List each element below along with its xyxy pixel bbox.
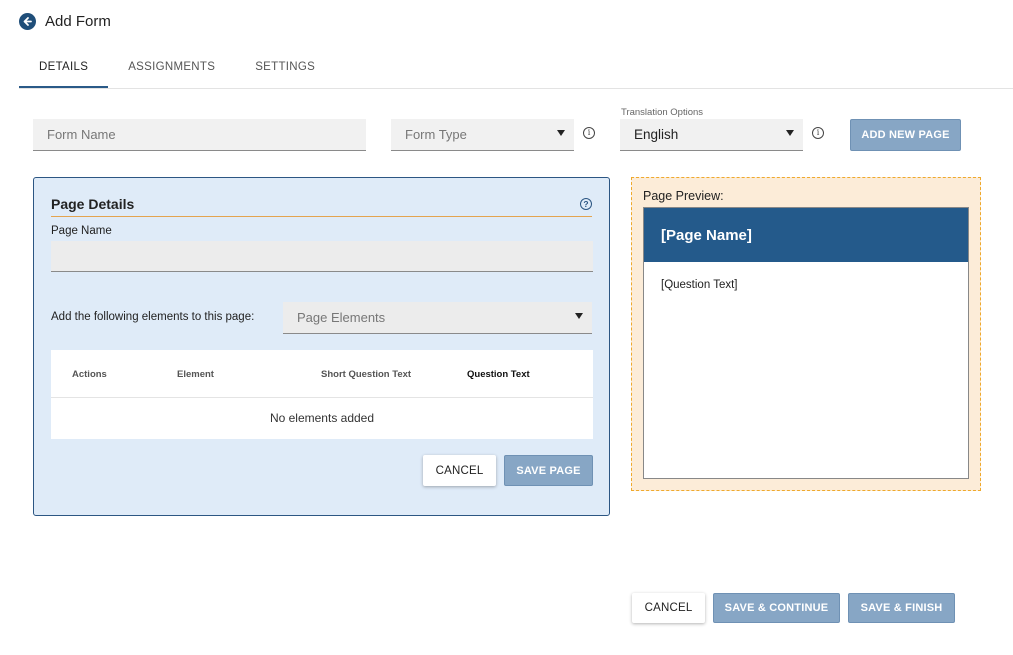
column-header-actions: Actions bbox=[72, 369, 107, 380]
add-new-page-button[interactable]: ADD NEW PAGE bbox=[850, 119, 961, 151]
caret-down-icon bbox=[786, 130, 794, 136]
page-details-title: Page Details bbox=[51, 196, 135, 212]
form-type-select[interactable]: Form Type bbox=[391, 119, 574, 151]
elements-label: Add the following elements to this page: bbox=[51, 311, 255, 323]
translation-value: English bbox=[634, 127, 679, 142]
save-finish-button[interactable]: SAVE & FINISH bbox=[848, 593, 955, 623]
cancel-button[interactable]: CANCEL bbox=[632, 593, 705, 623]
preview-question-text: [Question Text] bbox=[661, 279, 738, 291]
translation-select[interactable]: English bbox=[620, 119, 803, 151]
empty-table-message: No elements added bbox=[269, 411, 375, 425]
save-continue-button[interactable]: SAVE & CONTINUE bbox=[713, 593, 840, 623]
form-type-placeholder: Form Type bbox=[405, 127, 467, 142]
form-name-input[interactable]: Form Name bbox=[33, 119, 366, 151]
help-question-icon[interactable]: ? bbox=[580, 198, 592, 210]
divider bbox=[51, 216, 592, 217]
tab-details[interactable]: DETAILS bbox=[19, 52, 109, 88]
page-title: Add Form bbox=[45, 13, 111, 30]
tab-settings[interactable]: SETTINGS bbox=[235, 52, 335, 88]
translation-info-icon[interactable]: i bbox=[812, 127, 824, 139]
page-header: Add Form bbox=[19, 13, 111, 30]
elements-table: Actions Element Short Question Text Ques… bbox=[51, 350, 593, 439]
page-elements-select[interactable]: Page Elements bbox=[283, 302, 592, 334]
cancel-page-button[interactable]: CANCEL bbox=[423, 455, 496, 486]
page-elements-placeholder: Page Elements bbox=[297, 310, 386, 325]
table-divider bbox=[51, 397, 593, 398]
page-details-panel: Page Details ? Page Name Add the followi… bbox=[33, 177, 610, 516]
preview-page-name: [Page Name] bbox=[644, 208, 968, 262]
form-type-info-icon[interactable]: i bbox=[583, 127, 595, 139]
column-header-question-text: Question Text bbox=[467, 369, 530, 380]
page-preview-label: Page Preview: bbox=[643, 189, 724, 203]
caret-down-icon bbox=[575, 313, 583, 319]
page-name-input[interactable] bbox=[51, 241, 593, 272]
tab-bar: DETAILS ASSIGNMENTS SETTINGS bbox=[19, 52, 1013, 89]
save-page-button[interactable]: SAVE PAGE bbox=[504, 455, 593, 486]
back-arrow-icon[interactable] bbox=[19, 13, 36, 30]
page-name-label: Page Name bbox=[51, 225, 112, 237]
page-preview-panel: Page Preview: [Page Name] [Question Text… bbox=[631, 177, 981, 491]
translation-options-label: Translation Options bbox=[621, 107, 704, 118]
caret-down-icon bbox=[557, 130, 565, 136]
form-name-placeholder: Form Name bbox=[47, 127, 116, 142]
column-header-element: Element bbox=[177, 369, 214, 380]
column-header-short-question-text: Short Question Text bbox=[321, 369, 412, 380]
page-preview-frame: [Page Name] [Question Text] bbox=[643, 207, 969, 479]
tab-assignments[interactable]: ASSIGNMENTS bbox=[108, 52, 235, 88]
